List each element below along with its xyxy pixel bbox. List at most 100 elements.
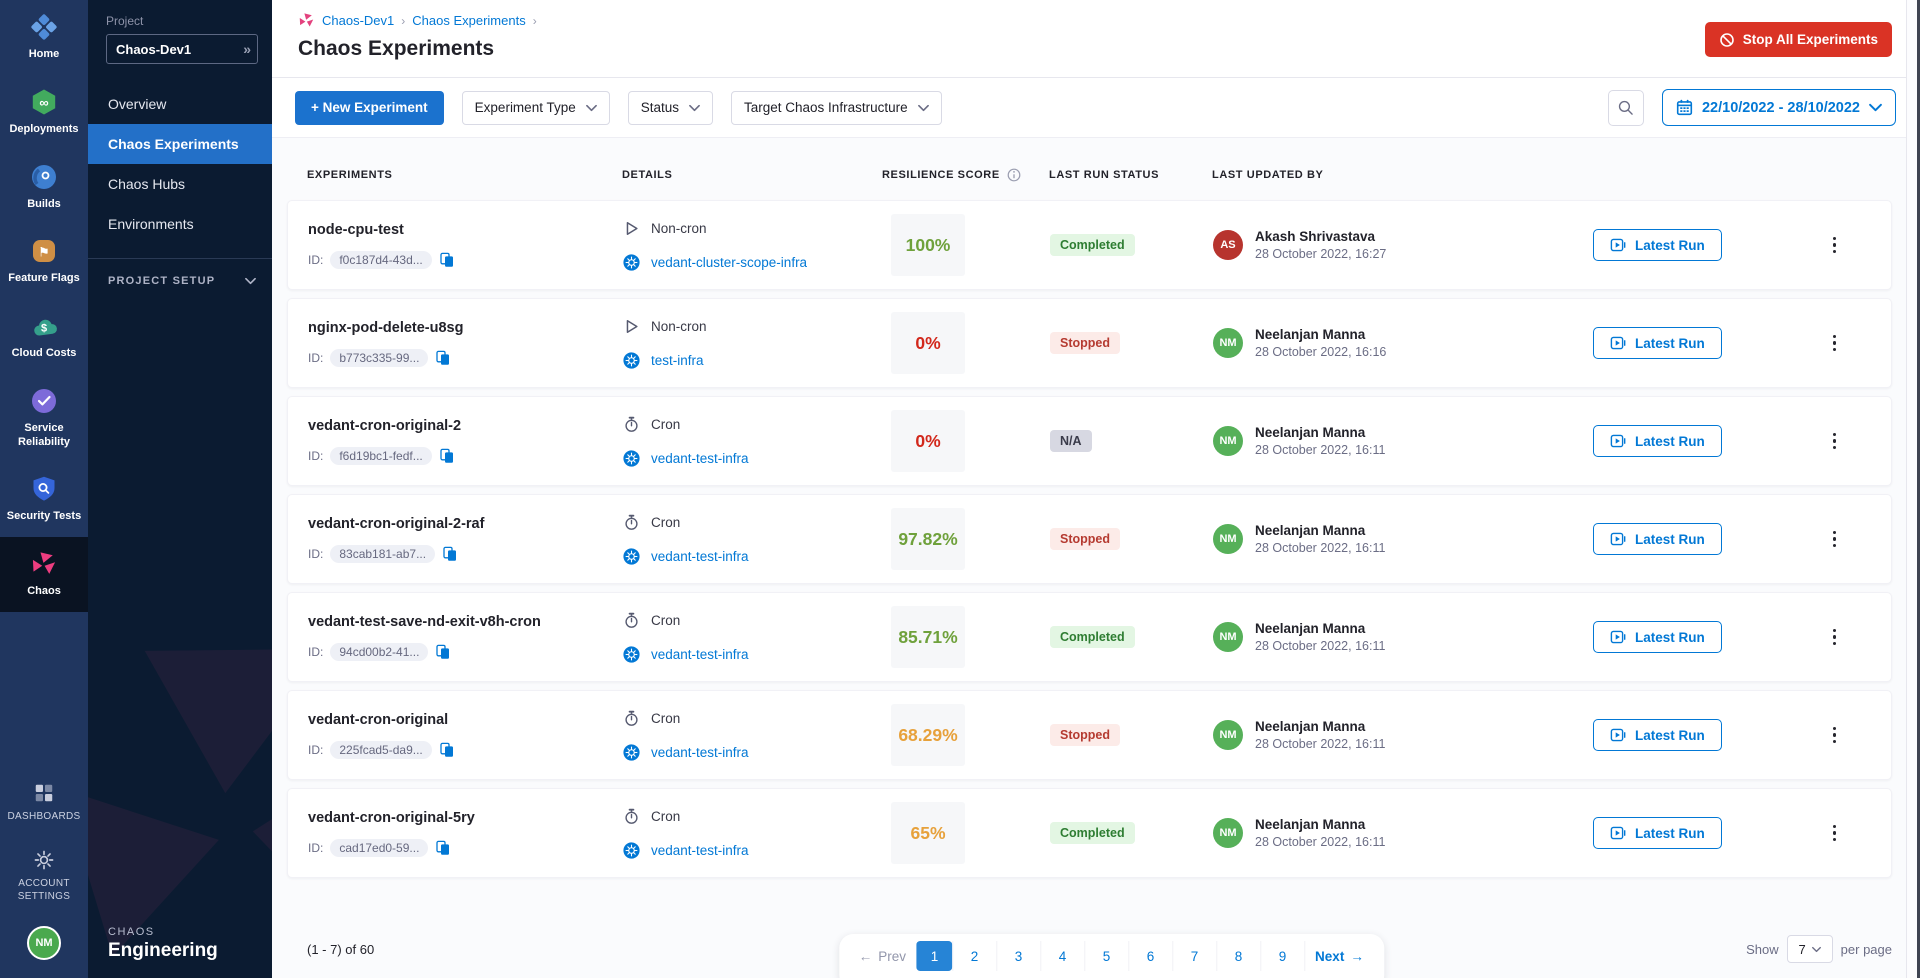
kubernetes-infra-icon — [623, 450, 640, 467]
infra-link[interactable]: vedant-cluster-scope-infra — [651, 255, 807, 270]
nav-item-overview[interactable]: Overview — [88, 84, 272, 124]
sidebar-item-home[interactable]: Home — [0, 0, 88, 75]
page-size-select[interactable]: 7 — [1787, 935, 1833, 963]
copy-icon[interactable] — [435, 350, 451, 366]
latest-run-icon — [1610, 433, 1626, 449]
experiment-name[interactable]: vedant-test-save-nd-exit-v8h-cron — [308, 614, 623, 630]
collapse-sidebar-icon[interactable]: » — [243, 41, 249, 57]
avatar: NM — [1213, 328, 1243, 358]
nav-item-chaos-hubs[interactable]: Chaos Hubs — [88, 164, 272, 204]
avatar: AS — [1213, 230, 1243, 260]
kebab-menu-icon[interactable] — [1827, 819, 1843, 848]
sidebar-item-builds[interactable]: Builds — [0, 150, 88, 225]
stop-all-experiments-button[interactable]: Stop All Experiments — [1705, 22, 1892, 57]
nav-item-environments[interactable]: Environments — [88, 204, 272, 244]
chaos-logo-icon — [298, 12, 315, 29]
latest-run-button[interactable]: Latest Run — [1593, 817, 1722, 849]
kebab-menu-icon[interactable] — [1827, 525, 1843, 554]
latest-run-button[interactable]: Latest Run — [1593, 523, 1722, 555]
filter-target-infrastructure[interactable]: Target Chaos Infrastructure — [731, 91, 942, 125]
kebab-menu-icon[interactable] — [1827, 329, 1843, 358]
breadcrumb-project-link[interactable]: Chaos-Dev1 — [322, 13, 394, 28]
module-title: Engineering — [108, 940, 272, 962]
user-name: Akash Shrivastava — [1255, 229, 1386, 244]
page-button-7[interactable]: 7 — [1172, 941, 1216, 971]
user-avatar[interactable]: NM — [27, 926, 61, 960]
project-selector[interactable]: Chaos-Dev1 » — [106, 34, 258, 64]
page-button-5[interactable]: 5 — [1084, 941, 1128, 971]
id-label: ID: — [308, 841, 323, 855]
sidebar-item-feature-flags[interactable]: Feature Flags — [0, 224, 88, 299]
prev-page-button[interactable]: ← Prev — [849, 941, 916, 971]
new-experiment-button[interactable]: + New Experiment — [295, 91, 444, 125]
latest-run-button[interactable]: Latest Run — [1593, 425, 1722, 457]
next-page-button[interactable]: Next → — [1304, 941, 1374, 971]
project-setup-toggle[interactable]: PROJECT SETUP — [88, 275, 272, 287]
experiment-name[interactable]: node-cpu-test — [308, 222, 623, 238]
page-button-4[interactable]: 4 — [1040, 941, 1084, 971]
experiment-id: 225fcad5-da9... — [330, 741, 431, 759]
project-value: Chaos-Dev1 — [116, 42, 243, 57]
infra-link[interactable]: vedant-test-infra — [651, 843, 749, 858]
project-nav: Overview Chaos Experiments Chaos Hubs En… — [88, 84, 272, 244]
latest-run-button[interactable]: Latest Run — [1593, 229, 1722, 261]
id-label: ID: — [308, 645, 323, 659]
copy-icon[interactable] — [439, 742, 455, 758]
infra-link[interactable]: vedant-test-infra — [651, 745, 749, 760]
module-rail: Home Deployments Builds Feature Flags Cl… — [0, 0, 88, 978]
filter-experiment-type[interactable]: Experiment Type — [462, 91, 610, 125]
page-button-3[interactable]: 3 — [996, 941, 1040, 971]
page-button-8[interactable]: 8 — [1216, 941, 1260, 971]
chevron-down-icon — [918, 104, 929, 112]
kebab-menu-icon[interactable] — [1827, 427, 1843, 456]
copy-icon[interactable] — [439, 448, 455, 464]
kebab-menu-icon[interactable] — [1827, 623, 1843, 652]
page-button-1[interactable]: 1 — [916, 941, 952, 971]
infra-link[interactable]: vedant-test-infra — [651, 451, 749, 466]
experiment-name[interactable]: vedant-cron-original-5ry — [308, 810, 623, 826]
sidebar-item-deployments[interactable]: Deployments — [0, 75, 88, 150]
status-badge: Completed — [1050, 822, 1135, 844]
rail-spacer — [0, 612, 88, 769]
infra-link[interactable]: test-infra — [651, 353, 704, 368]
experiment-name[interactable]: vedant-cron-original — [308, 712, 623, 728]
experiment-name[interactable]: vedant-cron-original-2-raf — [308, 516, 623, 532]
experiment-name[interactable]: vedant-cron-original-2 — [308, 418, 623, 434]
sidebar-item-service-reliability[interactable]: Service Reliability — [0, 374, 88, 463]
copy-icon[interactable] — [442, 546, 458, 562]
sidebar-item-security-tests[interactable]: Security Tests — [0, 462, 88, 537]
copy-icon[interactable] — [435, 644, 451, 660]
infra-link[interactable]: vedant-test-infra — [651, 549, 749, 564]
breadcrumb-page-link[interactable]: Chaos Experiments — [412, 13, 525, 28]
id-label: ID: — [308, 351, 323, 365]
status-badge: N/A — [1050, 430, 1092, 452]
latest-run-button[interactable]: Latest Run — [1593, 719, 1722, 751]
sidebar-item-chaos[interactable]: Chaos — [0, 537, 88, 612]
page-button-9[interactable]: 9 — [1260, 941, 1304, 971]
filter-status[interactable]: Status — [628, 91, 713, 125]
kebab-menu-icon[interactable] — [1827, 721, 1843, 750]
latest-run-button[interactable]: Latest Run — [1593, 621, 1722, 653]
feature-flags-icon — [30, 237, 58, 265]
home-icon — [30, 13, 58, 41]
copy-icon[interactable] — [439, 252, 455, 268]
sidebar-item-account-settings[interactable]: ACCOUNT SETTINGS — [0, 836, 88, 916]
breadcrumb-separator: › — [533, 14, 537, 28]
sidebar-item-dashboards[interactable]: DASHBOARDS — [0, 769, 88, 837]
page-title: Chaos Experiments — [298, 37, 1894, 61]
nav-item-chaos-experiments[interactable]: Chaos Experiments — [88, 124, 272, 164]
kebab-menu-icon[interactable] — [1827, 231, 1843, 260]
date-range-picker[interactable]: 22/10/2022 - 28/10/2022 — [1662, 89, 1896, 126]
experiment-name[interactable]: nginx-pod-delete-u8sg — [308, 320, 623, 336]
table-row: vedant-test-save-nd-exit-v8h-cron ID: 94… — [287, 592, 1892, 682]
page-button-2[interactable]: 2 — [952, 941, 996, 971]
page-button-6[interactable]: 6 — [1128, 941, 1172, 971]
updated-date: 28 October 2022, 16:11 — [1255, 737, 1385, 751]
experiment-id: cad17ed0-59... — [330, 839, 428, 857]
latest-run-button[interactable]: Latest Run — [1593, 327, 1722, 359]
copy-icon[interactable] — [435, 840, 451, 856]
sidebar-item-cloud-costs[interactable]: Cloud Costs — [0, 299, 88, 374]
info-icon[interactable] — [1007, 168, 1021, 182]
infra-link[interactable]: vedant-test-infra — [651, 647, 749, 662]
search-button[interactable] — [1608, 90, 1644, 126]
